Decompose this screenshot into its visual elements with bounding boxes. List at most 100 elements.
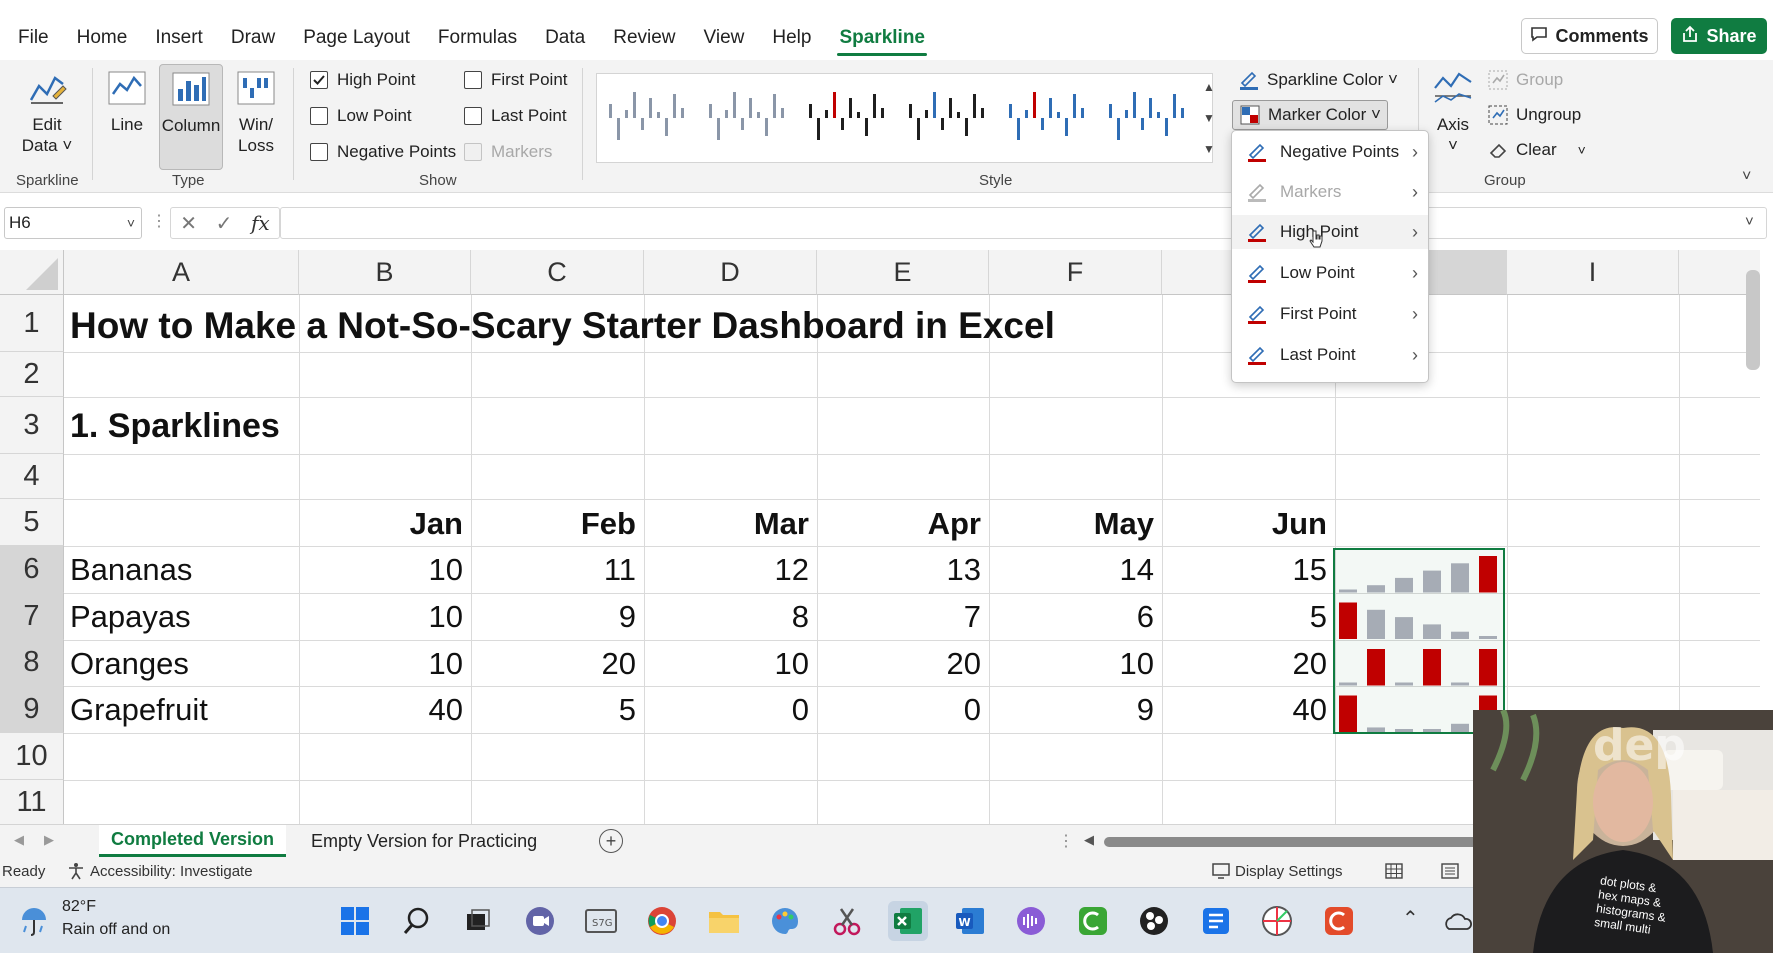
row-header-2[interactable]: 2: [0, 352, 64, 397]
fruit-name-cell[interactable]: Bananas: [70, 552, 192, 588]
fruit-name-cell[interactable]: Oranges: [70, 646, 189, 682]
collapse-ribbon-icon[interactable]: ˅: [1742, 168, 1751, 186]
menu-item-last-point[interactable]: Last Point ›: [1232, 338, 1428, 372]
name-box[interactable]: H6 ˅: [4, 207, 142, 239]
header-apr[interactable]: Apr: [817, 506, 981, 542]
tab-data[interactable]: Data: [531, 18, 599, 58]
header-jun[interactable]: Jun: [1162, 506, 1327, 542]
value-cell[interactable]: 10: [299, 599, 463, 635]
word-icon[interactable]: W: [950, 901, 990, 941]
tab-formulas[interactable]: Formulas: [424, 18, 531, 58]
value-cell[interactable]: 9: [989, 692, 1154, 728]
onedrive-icon[interactable]: [1438, 901, 1478, 941]
style-gallery-thumbnails[interactable]: [597, 74, 1212, 162]
value-cell[interactable]: 14: [989, 552, 1154, 588]
value-cell[interactable]: 9: [471, 599, 636, 635]
column-header-c[interactable]: C: [471, 250, 644, 295]
value-cell[interactable]: 10: [644, 646, 809, 682]
column-header-b[interactable]: B: [299, 250, 471, 295]
axis-button[interactable]: Axis ˅: [1428, 66, 1478, 156]
column-header-d[interactable]: D: [644, 250, 817, 295]
column-header-i[interactable]: I: [1507, 250, 1679, 295]
display-settings[interactable]: Display Settings: [1235, 863, 1343, 880]
enter-icon[interactable]: ✓: [216, 211, 233, 236]
more-options-icon[interactable]: ⋮: [151, 211, 167, 231]
share-button[interactable]: Share: [1671, 18, 1767, 54]
show-hidden-icons-icon[interactable]: ⌃: [1402, 906, 1419, 931]
snip-tool-icon[interactable]: [827, 901, 867, 941]
clear-button[interactable]: Clear ˅: [1487, 135, 1586, 165]
header-jan[interactable]: Jan: [299, 506, 463, 542]
value-cell[interactable]: 5: [471, 692, 636, 728]
value-cell[interactable]: 12: [644, 552, 809, 588]
value-cell[interactable]: 40: [299, 692, 463, 728]
obs-icon[interactable]: [1134, 901, 1174, 941]
tab-draw[interactable]: Draw: [217, 18, 289, 58]
add-sheet-icon[interactable]: +: [599, 829, 623, 853]
forms-icon[interactable]: [1196, 901, 1236, 941]
value-cell[interactable]: 13: [817, 552, 981, 588]
value-cell[interactable]: 10: [299, 646, 463, 682]
value-cell[interactable]: 8: [644, 599, 809, 635]
row-header-5[interactable]: 5: [0, 499, 64, 546]
value-cell[interactable]: 6: [989, 599, 1154, 635]
gallery-more-icon[interactable]: ▼: [1199, 135, 1219, 162]
last-point-checkbox[interactable]: Last Point: [464, 103, 567, 129]
high-point-checkbox[interactable]: High Point: [310, 67, 415, 93]
tab-home[interactable]: Home: [63, 18, 142, 58]
tab-file[interactable]: File: [4, 18, 63, 58]
value-cell[interactable]: 7: [817, 599, 981, 635]
task-view-icon[interactable]: [458, 901, 498, 941]
row-header-10[interactable]: 10: [0, 733, 64, 780]
menu-item-high-point[interactable]: High Point ›: [1232, 215, 1428, 249]
paint-icon[interactable]: [765, 901, 805, 941]
line-type-button[interactable]: Line: [102, 66, 152, 135]
tab-help[interactable]: Help: [758, 18, 825, 58]
win-loss-type-button[interactable]: Win/ Loss: [231, 66, 281, 156]
snipping-icon[interactable]: S7G: [581, 901, 621, 941]
horizontal-scrollbar[interactable]: [1104, 837, 1484, 847]
column-header-f[interactable]: F: [989, 250, 1162, 295]
value-cell[interactable]: 10: [989, 646, 1154, 682]
value-cell[interactable]: 40: [1162, 692, 1327, 728]
gallery-scroll-up-icon[interactable]: ▲: [1199, 73, 1219, 100]
row-header-9[interactable]: 9: [0, 686, 64, 733]
ungroup-button[interactable]: Ungroup: [1487, 100, 1581, 130]
normal-view-icon[interactable]: [1384, 861, 1404, 885]
value-cell[interactable]: 20: [1162, 646, 1327, 682]
audio-recorder-icon[interactable]: [1011, 901, 1051, 941]
chrome-icon[interactable]: [642, 901, 682, 941]
tab-view[interactable]: View: [690, 18, 759, 58]
marker-color-button[interactable]: Marker Color ˅: [1232, 100, 1388, 130]
column-header-e[interactable]: E: [817, 250, 989, 295]
row-header-3[interactable]: 3: [0, 397, 64, 454]
value-cell[interactable]: 10: [299, 552, 463, 588]
scroll-tabs-right-icon[interactable]: ▶: [44, 832, 54, 848]
menu-item-negative-points[interactable]: Negative Points ›: [1232, 135, 1428, 169]
globe-app-icon[interactable]: [1257, 901, 1297, 941]
header-may[interactable]: May: [989, 506, 1154, 542]
edit-data-button[interactable]: Edit Data ˅: [12, 66, 82, 156]
tab-sparkline[interactable]: Sparkline: [825, 18, 939, 58]
page-layout-view-icon[interactable]: [1440, 861, 1460, 885]
value-cell[interactable]: 0: [644, 692, 809, 728]
gallery-scroll-down-icon[interactable]: ▼: [1199, 104, 1219, 131]
cancel-icon[interactable]: ✕: [180, 211, 197, 236]
vertical-scrollbar[interactable]: [1746, 270, 1760, 370]
chevron-down-icon[interactable]: ˅: [127, 208, 135, 238]
expand-formula-icon[interactable]: ˅: [1745, 213, 1754, 230]
row-header-7[interactable]: 7: [0, 593, 64, 640]
value-cell[interactable]: 20: [471, 646, 636, 682]
comments-button[interactable]: Comments: [1521, 18, 1658, 54]
title-cell[interactable]: How to Make a Not-So-Scary Starter Dashb…: [70, 305, 1055, 347]
column-header-a[interactable]: A: [64, 250, 299, 295]
more-options-icon[interactable]: ⋮: [1058, 831, 1074, 851]
insert-function-icon[interactable]: fx: [251, 211, 270, 235]
scroll-tabs-left-icon[interactable]: ◀: [14, 832, 24, 848]
teams-chat-icon[interactable]: [520, 901, 560, 941]
first-point-checkbox[interactable]: First Point: [464, 67, 568, 93]
header-feb[interactable]: Feb: [471, 506, 636, 542]
row-header-4[interactable]: 4: [0, 454, 64, 499]
excel-icon[interactable]: [888, 901, 928, 941]
select-all-corner[interactable]: [0, 250, 64, 295]
